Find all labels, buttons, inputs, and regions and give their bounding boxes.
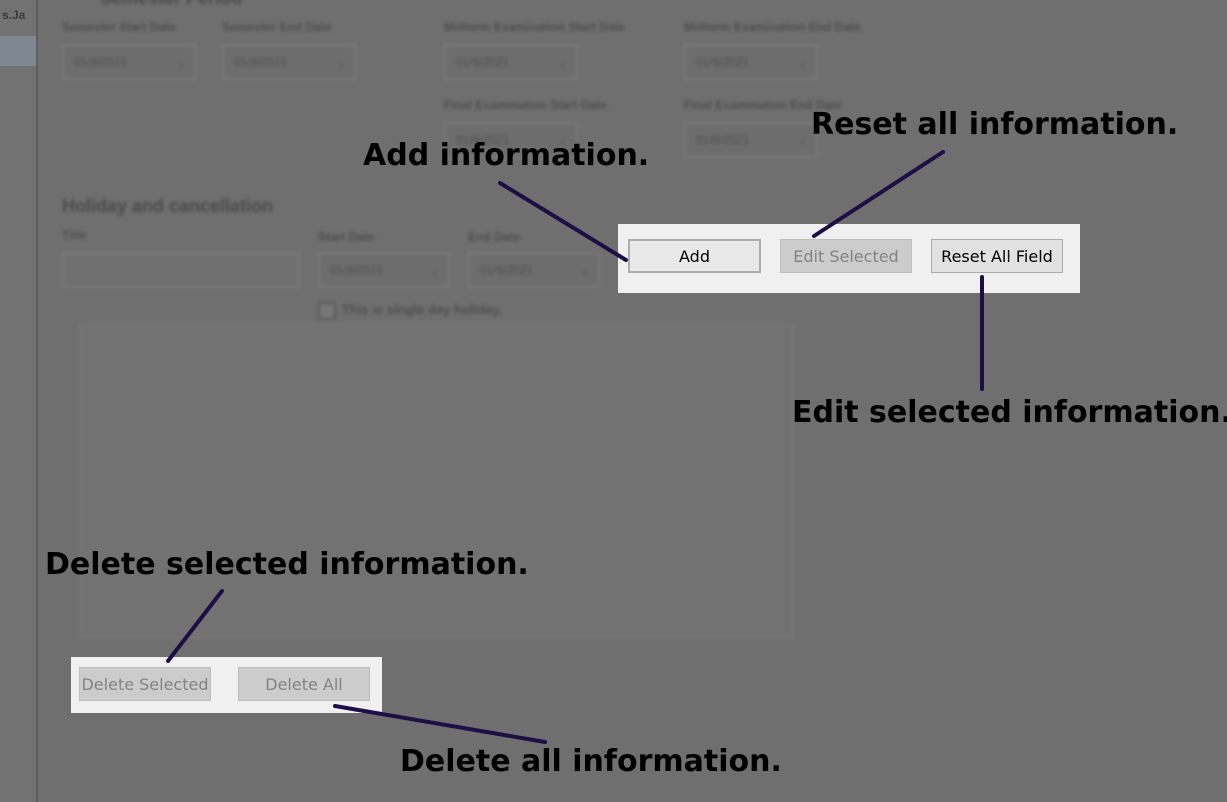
delete-selected-annotation-line <box>166 589 224 663</box>
delete-all-annotation-line <box>333 704 547 744</box>
reset-annotation: Reset all information. <box>811 107 1179 142</box>
reset-annotation-line <box>812 150 945 238</box>
delete-all-annotation: Delete all information. <box>400 744 782 779</box>
delete-selected-annotation: Delete selected information. <box>45 547 529 582</box>
add-annotation-line <box>498 181 628 262</box>
add-annotation: Add information. <box>363 138 650 173</box>
edit-annotation: Edit selected information. <box>792 395 1227 430</box>
